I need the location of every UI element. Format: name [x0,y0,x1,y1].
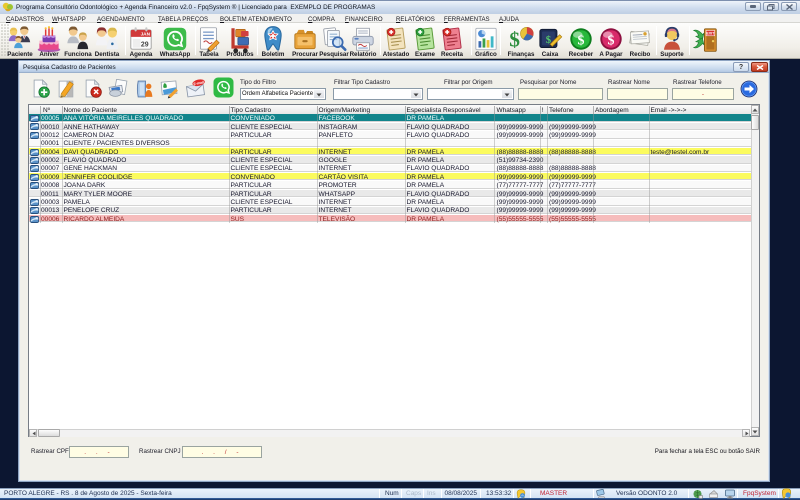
svg-text:$: $ [578,33,585,48]
svg-text:JAN: JAN [141,31,151,36]
svg-text:EXIT: EXIT [706,31,715,35]
svg-text:$: $ [608,33,615,48]
svg-text:29: 29 [141,41,149,48]
svg-text:$: $ [509,27,520,51]
